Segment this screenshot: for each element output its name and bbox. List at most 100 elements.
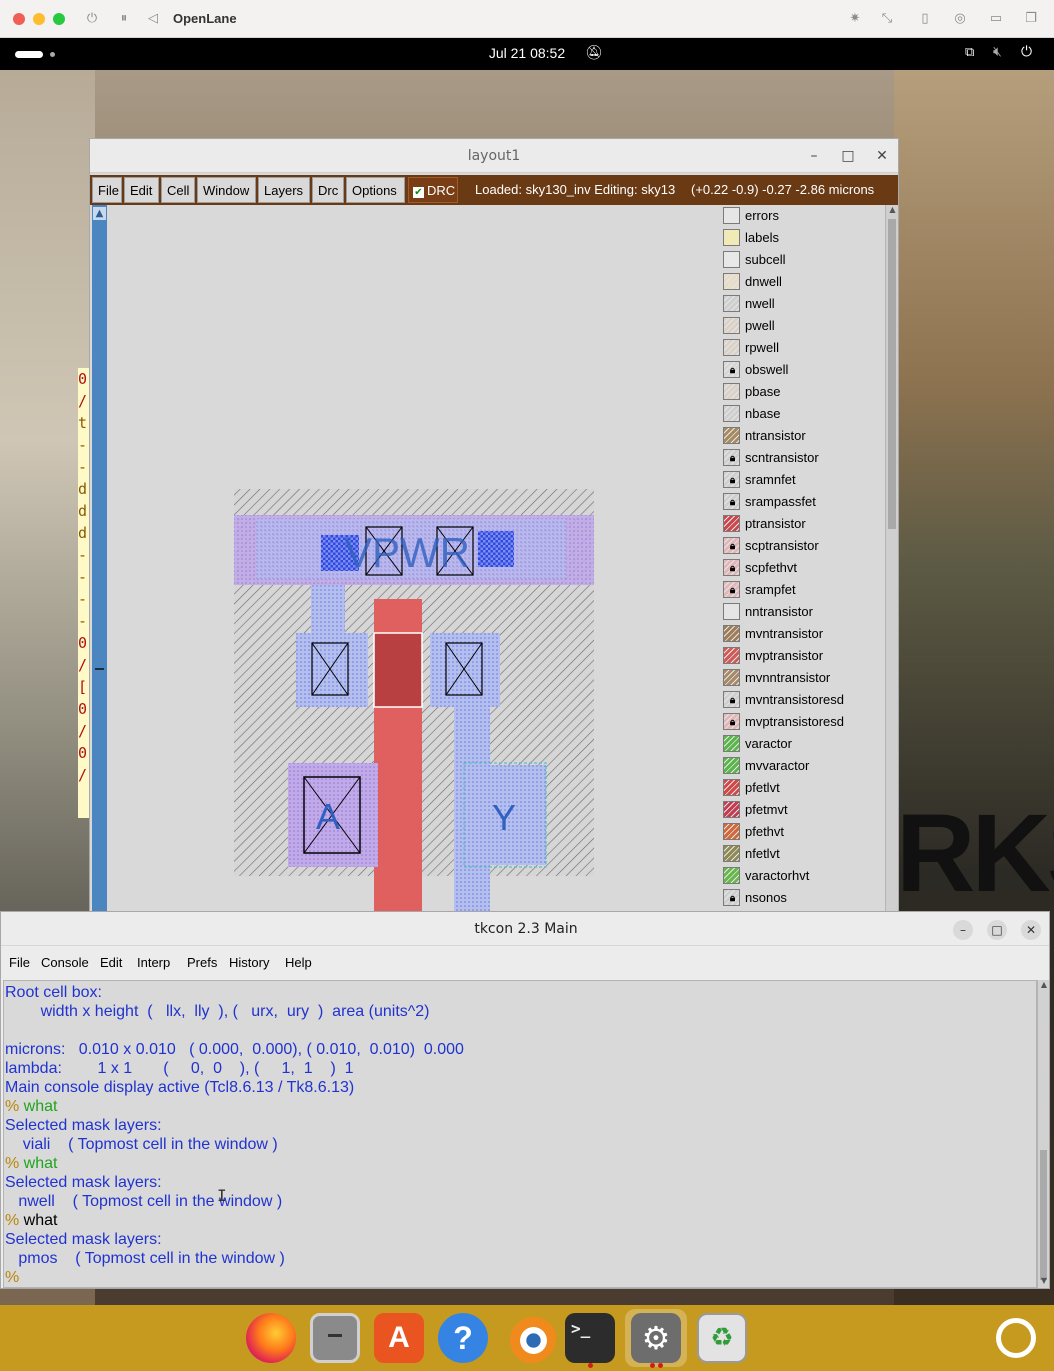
tk-menu-console[interactable]: Console — [41, 955, 89, 970]
zoom-window-button[interactable] — [53, 13, 65, 25]
layer-swatch[interactable] — [723, 273, 740, 290]
layer-varactorhvt[interactable]: varactorhvt — [722, 865, 882, 887]
layer-swatch[interactable] — [723, 845, 740, 862]
layer-rpwell[interactable]: rpwell — [722, 337, 882, 359]
layer-swatch[interactable] — [723, 339, 740, 356]
background-terminal[interactable]: 0/t - - d d d - - - -0/[0/0/ — [78, 368, 89, 818]
layer-mvptransistoresd[interactable]: 🔒︎ mvptransistoresd — [722, 711, 882, 733]
layer-swatch[interactable] — [723, 229, 740, 246]
scroll-down-icon[interactable]: ▼ — [1039, 1276, 1049, 1288]
trash-icon[interactable]: ♻ — [697, 1313, 747, 1363]
tk-menu-edit[interactable]: Edit — [100, 955, 122, 970]
layer-swatch[interactable]: 🔒︎ — [723, 493, 740, 510]
blender-icon[interactable] — [506, 1313, 556, 1363]
layer-pwell[interactable]: pwell — [722, 315, 882, 337]
console-output[interactable]: Root cell box: width x height ( llx, lly… — [3, 980, 1037, 1288]
layer-obswell[interactable]: 🔒︎ obswell — [722, 359, 882, 381]
layer-swatch[interactable] — [723, 735, 740, 752]
tk-menu-prefs[interactable]: Prefs — [187, 955, 217, 970]
layer-swatch[interactable]: 🔒︎ — [723, 537, 740, 554]
app-center-icon[interactable]: A — [374, 1313, 424, 1363]
minimize-icon[interactable]: – — [804, 146, 824, 166]
layer-labels[interactable]: labels — [722, 227, 882, 249]
ubuntu-apps-icon[interactable] — [996, 1318, 1036, 1358]
firefox-icon[interactable] — [246, 1313, 296, 1363]
menu-edit[interactable]: Edit — [124, 177, 159, 203]
layer-mvntransistor[interactable]: mvntransistor — [722, 623, 882, 645]
layer-swatch[interactable] — [723, 779, 740, 796]
layer-swatch[interactable] — [723, 515, 740, 532]
files-icon[interactable] — [310, 1313, 360, 1363]
tk-menu-file[interactable]: File — [9, 955, 30, 970]
maximize-icon[interactable]: □ — [838, 146, 858, 166]
layer-swatch[interactable]: 🔒︎ — [723, 713, 740, 730]
layer-mvnntransistor[interactable]: mvnntransistor — [722, 667, 882, 689]
layer-swatch[interactable] — [723, 603, 740, 620]
notifications-muted-icon[interactable]: 🔕︎ — [585, 45, 603, 61]
layout-canvas[interactable]: VPWR Y A — [108, 205, 720, 912]
layer-pfetlvt[interactable]: pfetlvt — [722, 777, 882, 799]
layer-swatch[interactable]: 🔒︎ — [723, 889, 740, 906]
settings-icon[interactable]: ⚙ — [631, 1313, 681, 1363]
network-icon[interactable]: ◎ — [951, 10, 969, 28]
layer-swatch[interactable]: 🔒︎ — [723, 471, 740, 488]
minimize-icon[interactable]: – — [953, 920, 973, 940]
layer-mvptransistor[interactable]: mvptransistor — [722, 645, 882, 667]
layer-swatch[interactable]: 🔒︎ — [723, 449, 740, 466]
close-icon[interactable]: ✕ — [872, 146, 892, 166]
layer-scntransistor[interactable]: 🔒︎ scntransistor — [722, 447, 882, 469]
back-icon[interactable]: ◁ — [144, 10, 162, 28]
folder-icon[interactable]: ▭ — [987, 10, 1005, 28]
drc-toggle[interactable]: ✔ DRC — [408, 177, 458, 203]
layer-swatch[interactable] — [723, 427, 740, 444]
layer-swatch[interactable]: 🔒︎ — [723, 581, 740, 598]
layer-scpfethvt[interactable]: 🔒︎ scpfethvt — [722, 557, 882, 579]
layer-swatch[interactable]: 🔒︎ — [723, 361, 740, 378]
layer-varactor[interactable]: varactor — [722, 733, 882, 755]
layout-window-titlebar[interactable]: layout1 – □ ✕ — [90, 139, 898, 173]
menu-file[interactable]: File — [92, 177, 122, 203]
layer-scptransistor[interactable]: 🔒︎ scptransistor — [722, 535, 882, 557]
layer-swatch[interactable] — [723, 405, 740, 422]
layer-swatch[interactable] — [723, 647, 740, 664]
layer-swatch[interactable] — [723, 295, 740, 312]
brightness-icon[interactable]: ✷ — [846, 10, 864, 28]
scroll-up-icon[interactable]: ▲ — [887, 205, 898, 217]
layer-srampfet[interactable]: 🔒︎ srampfet — [722, 579, 882, 601]
maximize-icon[interactable]: □ — [987, 920, 1007, 940]
tk-menu-help[interactable]: Help — [285, 955, 312, 970]
layer-swatch[interactable] — [723, 669, 740, 686]
console-scrollbar[interactable]: ▲ ▼ — [1037, 980, 1049, 1288]
layer-swatch[interactable]: 🔒︎ — [723, 559, 740, 576]
layer-subcell[interactable]: subcell — [722, 249, 882, 271]
scroll-thumb[interactable] — [888, 219, 896, 529]
layer-pfetmvt[interactable]: pfetmvt — [722, 799, 882, 821]
windows-icon[interactable]: ❐ — [1022, 10, 1040, 28]
menu-layers[interactable]: Layers — [258, 177, 310, 203]
clock[interactable]: Jul 21 08:52 — [0, 45, 1054, 61]
layer-swatch[interactable] — [723, 867, 740, 884]
tk-menu-interp[interactable]: Interp — [137, 955, 170, 970]
layer-srampassfet[interactable]: 🔒︎ srampassfet — [722, 491, 882, 513]
close-icon[interactable]: ✕ — [1021, 920, 1041, 940]
scroll-up-icon[interactable]: ▲ — [93, 207, 106, 220]
layer-swatch[interactable] — [723, 383, 740, 400]
volume-muted-icon[interactable]: 🔇︎ — [993, 44, 1002, 60]
tk-menu-history[interactable]: History — [229, 955, 269, 970]
menu-options[interactable]: Options — [346, 177, 405, 203]
layer-mvntransistoresd[interactable]: 🔒︎ mvntransistoresd — [722, 689, 882, 711]
power-icon[interactable]: ⏻ — [83, 10, 101, 28]
tkcon-titlebar[interactable]: tkcon 2.3 Main – □ ✕ — [1, 912, 1049, 946]
menu-cell[interactable]: Cell — [161, 177, 195, 203]
layer-nntransistor[interactable]: nntransistor — [722, 601, 882, 623]
resize-icon[interactable]: ⤡ — [878, 10, 896, 28]
scroll-thumb[interactable] — [1040, 1150, 1047, 1280]
layer-nsonos[interactable]: 🔒︎ nsonos — [722, 887, 882, 909]
layer-swatch[interactable] — [723, 625, 740, 642]
layer-ntransistor[interactable]: ntransistor — [722, 425, 882, 447]
layer-ptransistor[interactable]: ptransistor — [722, 513, 882, 535]
layer-nwell[interactable]: nwell — [722, 293, 882, 315]
power-icon[interactable]: ⏻ — [1021, 44, 1032, 60]
menu-drc[interactable]: Drc — [312, 177, 344, 203]
layer-pbase[interactable]: pbase — [722, 381, 882, 403]
